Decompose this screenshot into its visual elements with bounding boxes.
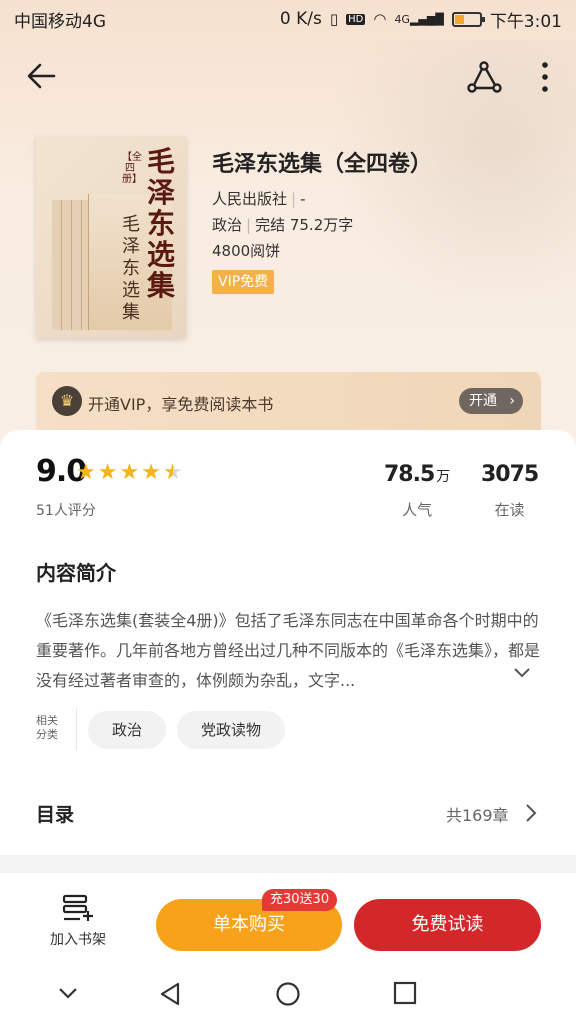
publisher-row: 人民出版社 | - (212, 190, 306, 208)
cover-title: 毛泽东选集 (146, 145, 175, 302)
popularity-unit: 万 (436, 469, 451, 485)
book-cover[interactable]: 【全四册】 毛泽东选集 毛泽东选集 (36, 136, 186, 338)
network-speed: 0 K/s (279, 9, 322, 29)
book-status: 完结 75.2万字 (255, 216, 354, 234)
book-detail-card: 9.0 ★ ★ ★ ★ ★ 51人评分 78.5 万 人气 3075 在读 内容简介 《毛… (0, 430, 576, 855)
popularity-stat: 78.5 万 人气 (384, 462, 450, 520)
intro-text[interactable]: 《毛泽东选集(套装全4册)》包括了毛泽东同志在中国革命各个时期中的重要著作。几年… (36, 606, 542, 696)
cover-front-title: 毛泽东选集 (122, 214, 140, 323)
star-icon: ★ (141, 460, 161, 485)
nav-collapse-icon[interactable] (56, 981, 80, 1005)
open-vip-label: 开通 (469, 393, 497, 409)
rating-count: 51人评分 (36, 503, 96, 519)
reading-value: 3075 (481, 462, 539, 487)
category-row: 政治 | 完结 75.2万字 (212, 216, 354, 234)
rating-stars: ★ ★ ★ ★ ★ (76, 462, 183, 484)
carrier-label: 中国移动4G (14, 11, 106, 32)
free-trial-read-button[interactable]: 免费试读 (354, 899, 541, 951)
category-label: 相关分类 (36, 714, 58, 741)
add-to-shelf-button[interactable]: 加入书架 (36, 893, 120, 957)
toc-title: 目录 (36, 804, 75, 826)
publisher-extra: - (300, 190, 306, 208)
crown-icon: ♛ (52, 386, 82, 416)
top-navigation (0, 50, 576, 106)
add-to-shelf-label: 加入书架 (50, 932, 106, 948)
category-divider (76, 708, 77, 750)
more-vertical-icon[interactable] (530, 58, 560, 98)
star-icon: ★ (76, 460, 96, 485)
promo-badge: 充30送30 (262, 889, 338, 911)
cover-spines (52, 200, 92, 330)
star-icon: ★ (119, 460, 140, 485)
vip-banner[interactable]: ♛ 开通VIP，享免费阅读本书 开通 › (36, 372, 541, 432)
nav-back-icon[interactable] (158, 981, 184, 1007)
vip-banner-text: 开通VIP，享免费阅读本书 (88, 395, 274, 414)
book-category: 政治 (212, 216, 243, 234)
popularity-value: 78.5 (384, 462, 435, 487)
vibrate-icon: ▯ (329, 10, 339, 28)
clock: 下午3:01 (489, 11, 562, 32)
vip-free-tag: VIP免费 (212, 270, 275, 294)
book-reads: 4800阅饼 (212, 242, 281, 260)
system-navigation-bar (0, 963, 576, 1024)
reading-label: 在读 (494, 501, 525, 519)
publisher-link[interactable]: 人民出版社 (212, 190, 287, 208)
nav-home-icon[interactable] (275, 981, 301, 1007)
nav-recents-icon[interactable] (393, 981, 417, 1005)
back-arrow-icon[interactable] (24, 58, 60, 94)
cover-subtitle: 【全四册】 (122, 152, 142, 185)
bookshelf-add-icon (62, 894, 93, 921)
status-indicators: 0 K/s ▯ HD ◠ 4G▂▄▆█ 下午3:01 (280, 7, 562, 32)
star-icon: ★ (97, 460, 118, 485)
wifi-icon: ◠ (373, 10, 387, 28)
bottom-action-bar: 加入书架 单本购买 充30送30 免费试读 (0, 873, 576, 963)
open-vip-button[interactable]: 开通 › (459, 388, 523, 414)
status-bar: 中国移动4G 0 K/s ▯ HD ◠ 4G▂▄▆█ 下午3:01 (0, 0, 576, 38)
signal-icon: 4G▂▄▆█ (394, 12, 444, 26)
section-gap (0, 855, 576, 873)
chevron-down-icon[interactable] (512, 662, 532, 682)
category-chip-party-reading[interactable]: 党政读物 (177, 711, 286, 749)
category-chip-politics[interactable]: 政治 (88, 711, 167, 749)
chevron-right-icon: › (509, 393, 515, 409)
reading-stat: 3075 在读 (481, 462, 539, 520)
hd-badge-icon: HD (346, 13, 366, 25)
battery-icon (451, 11, 485, 27)
table-of-contents-row[interactable]: 目录 共169章 (0, 794, 576, 834)
star-icon: ★ (162, 460, 183, 485)
book-title: 毛泽东选集（全四卷） (212, 152, 433, 177)
popularity-label: 人气 (402, 501, 433, 519)
network-type: 4G (394, 12, 410, 26)
chevron-right-icon (526, 804, 537, 822)
intro-title: 内容简介 (36, 561, 116, 585)
share-icon[interactable] (464, 58, 504, 98)
reads-row: 4800阅饼 (212, 240, 280, 261)
toc-chapter-count: 共169章 (446, 806, 509, 825)
